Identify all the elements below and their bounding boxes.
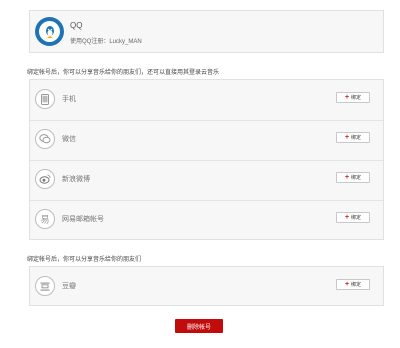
delete-account-button[interactable]: 删除帐号 [175,319,223,333]
qq-account-username: 使用QQ注册：Lucky_MAN [70,39,142,45]
netease-mail-icon: 易 [35,209,55,229]
netease-mail-label: 网易邮箱帐号 [62,216,104,223]
phone-icon [35,89,55,109]
list-item-weibo: 新浪微博 + 绑定 [30,160,383,201]
qq-avatar [35,17,64,46]
bind-wechat-button[interactable]: + 绑定 [336,132,370,143]
share-accounts-hint: 绑定帐号后，你可以分享音乐给你的朋友们 [27,257,142,263]
bind-douban-button[interactable]: + 绑定 [336,279,370,290]
wechat-label: 微信 [62,136,76,143]
bind-accounts-hint: 绑定帐号后，你可以分享音乐给你的朋友们，还可以直接用其登录云音乐 [27,70,220,76]
bind-accounts-list: 手机 + 绑定 微信 + 绑定 新浪微博 + 绑定 易 网易邮箱帐号 + 绑定 [29,79,384,240]
douban-icon [35,276,55,296]
plus-icon: + [344,94,350,101]
weibo-label: 新浪微博 [62,176,90,183]
bind-button-label: 绑定 [351,95,362,101]
weibo-icon [35,169,55,189]
douban-label: 豆瓣 [62,283,76,290]
plus-icon: + [344,281,350,288]
bind-weibo-button[interactable]: + 绑定 [336,172,370,183]
douban-account-card: 豆瓣 + 绑定 [29,266,384,306]
list-item-wechat: 微信 + 绑定 [30,120,383,161]
list-item-phone: 手机 + 绑定 [30,80,383,121]
bind-phone-button[interactable]: + 绑定 [336,92,370,103]
bind-netease-mail-button[interactable]: + 绑定 [336,212,370,223]
bind-button-label: 绑定 [351,135,362,141]
plus-icon: + [344,134,350,141]
svg-text:易: 易 [40,215,49,225]
bind-button-label: 绑定 [351,215,362,221]
list-item-netease-mail: 易 网易邮箱帐号 + 绑定 [30,200,383,240]
bind-button-label: 绑定 [351,282,362,288]
qq-account-card: QQ 使用QQ注册：Lucky_MAN [29,10,384,53]
phone-label: 手机 [62,96,76,103]
qq-account-name: QQ [70,21,83,30]
qq-penguin-icon [45,25,54,38]
plus-icon: + [344,214,350,221]
bind-button-label: 绑定 [351,175,362,181]
list-item-douban: 豆瓣 + 绑定 [30,267,383,307]
wechat-icon [35,129,55,149]
plus-icon: + [344,174,350,181]
